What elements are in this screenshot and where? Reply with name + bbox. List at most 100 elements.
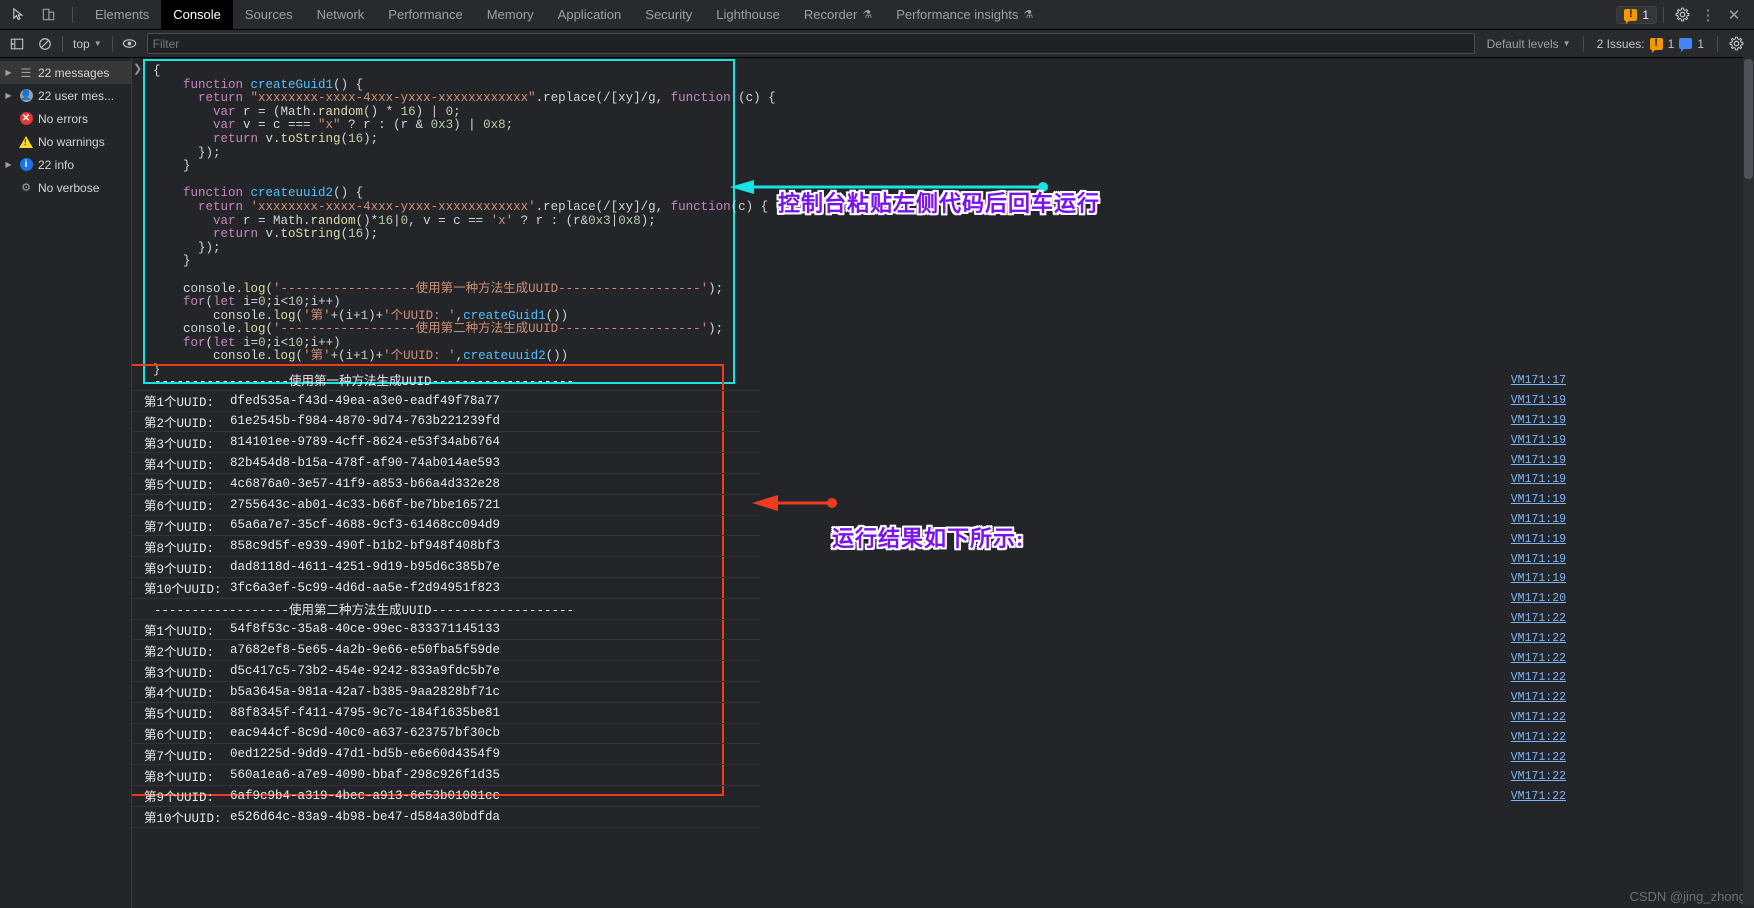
source-link[interactable]: VM171:19 bbox=[1486, 411, 1566, 431]
tab-performance[interactable]: Performance bbox=[376, 0, 474, 29]
sidebar-item-info[interactable]: ▶ i 22 info bbox=[0, 153, 131, 176]
expand-arrow-icon[interactable]: ▶ bbox=[3, 160, 14, 169]
output-row-value: dfed535a-f43d-49ea-a3e0-eadf49f78a77 bbox=[230, 393, 501, 408]
clear-console-icon[interactable] bbox=[34, 34, 56, 54]
output-row-value: 0ed1225d-9dd9-47d1-bd5b-e6e60d4354f9 bbox=[230, 747, 501, 762]
output-row-value: 6af9c9b4-a319-4bec-a913-6e53b01081cc bbox=[230, 788, 501, 803]
expand-arrow-icon[interactable]: ▶ bbox=[3, 68, 14, 77]
tab-application[interactable]: Application bbox=[546, 0, 634, 29]
sidebar-item-user-messages[interactable]: ▶ 👤 22 user mes... bbox=[0, 84, 131, 107]
execution-context-selector[interactable]: top ▼ bbox=[69, 37, 106, 51]
experiment-flask-icon: ⚗ bbox=[862, 9, 873, 21]
source-link[interactable]: VM171:19 bbox=[1486, 569, 1566, 589]
source-link[interactable]: VM171:22 bbox=[1486, 688, 1566, 708]
source-link[interactable]: VM171:22 bbox=[1486, 609, 1566, 629]
sidebar-item-messages[interactable]: ▶ ☰ 22 messages bbox=[0, 61, 131, 84]
tab-sources[interactable]: Sources bbox=[233, 0, 305, 29]
expand-arrow-icon[interactable]: ▶ bbox=[3, 91, 14, 100]
issues-summary[interactable]: 2 Issues: 1 1 bbox=[1590, 35, 1711, 53]
tab-label: Recorder bbox=[803, 7, 858, 22]
close-icon[interactable]: ✕ bbox=[1722, 3, 1746, 27]
source-link[interactable]: VM171:20 bbox=[1486, 589, 1566, 609]
source-link[interactable]: VM171:19 bbox=[1486, 510, 1566, 530]
tab-elements[interactable]: Elements bbox=[83, 0, 161, 29]
source-link[interactable]: VM171:22 bbox=[1486, 668, 1566, 688]
source-link[interactable]: VM171:19 bbox=[1486, 549, 1566, 569]
console-messages-pane[interactable]: ❯ { function createGuid1() { return "xxx… bbox=[132, 58, 1754, 908]
source-link[interactable]: VM171:22 bbox=[1486, 628, 1566, 648]
output-row-value: 814101ee-9789-4cff-8624-e53f34ab6764 bbox=[230, 435, 501, 450]
console-output-row: 第4个UUID: 82b454d8-b15a-478f-af90-74ab014… bbox=[132, 453, 760, 474]
chevron-down-icon: ▼ bbox=[93, 39, 102, 48]
output-row-label: 第5个UUID: bbox=[144, 708, 222, 723]
output-row-value: 82b454d8-b15a-478f-af90-74ab014ae593 bbox=[230, 456, 501, 471]
source-link[interactable]: VM171:22 bbox=[1486, 708, 1566, 728]
tab-label: Application bbox=[557, 7, 622, 22]
source-link[interactable]: VM171:22 bbox=[1486, 787, 1566, 807]
source-link[interactable]: VM171:19 bbox=[1486, 490, 1566, 510]
source-link[interactable]: VM171:22 bbox=[1486, 727, 1566, 747]
console-settings-gear-icon[interactable] bbox=[1724, 32, 1748, 56]
output-row-value: a7682ef8-5e65-4a2b-9e66-e50fba5f59de bbox=[230, 643, 501, 658]
output-row-label: 第6个UUID: bbox=[144, 728, 222, 743]
show-console-sidebar-icon[interactable] bbox=[6, 34, 28, 54]
filterbar-divider bbox=[1717, 35, 1718, 52]
more-options-icon[interactable]: ⋮ bbox=[1696, 3, 1720, 27]
tab-lighthouse[interactable]: Lighthouse bbox=[704, 0, 792, 29]
code-line: return v.toString(16); bbox=[213, 131, 379, 146]
console-output-row: 第8个UUID: 560a1ea6-a7e9-4090-bbaf-298c926… bbox=[132, 765, 760, 786]
tab-recorder[interactable]: Recorder ⚗ bbox=[792, 0, 884, 29]
pasted-code-block[interactable]: { function createGuid1() { return "xxxxx… bbox=[143, 59, 776, 384]
vertical-scrollbar-track[interactable] bbox=[1743, 57, 1754, 906]
source-link[interactable]: VM171:17 bbox=[1486, 371, 1566, 391]
panel-tabs: Elements Console Sources Network Perform… bbox=[83, 0, 1045, 29]
log-level-selector[interactable]: Default levels ▼ bbox=[1481, 37, 1577, 51]
inspect-element-icon[interactable] bbox=[8, 5, 28, 25]
verbose-icon: ⚙ bbox=[21, 182, 31, 194]
sidebar-item-verbose[interactable]: ⚙ No verbose bbox=[0, 176, 131, 199]
output-row-label: 第7个UUID: bbox=[144, 520, 222, 535]
console-output-row: 第1个UUID: dfed535a-f43d-49ea-a3e0-eadf49f… bbox=[132, 391, 760, 412]
output-row-value: d5c417c5-73b2-454e-9242-833a9fdc5b7e bbox=[230, 664, 501, 679]
tab-console[interactable]: Console bbox=[161, 0, 233, 29]
live-expression-icon[interactable] bbox=[119, 34, 141, 54]
output-row-value: 54f8f53c-35a8-40ce-99ec-833371145133 bbox=[230, 622, 501, 637]
source-link[interactable]: VM171:22 bbox=[1486, 747, 1566, 767]
vertical-scrollbar-thumb[interactable] bbox=[1744, 59, 1753, 179]
issues-warning-count: 1 bbox=[1667, 36, 1675, 51]
console-output-row: 第9个UUID: dad8118d-4611-4251-9d19-b95d6c3… bbox=[132, 557, 760, 578]
source-link[interactable]: VM171:22 bbox=[1486, 648, 1566, 668]
code-line: return v.toString(16); bbox=[213, 227, 379, 242]
tab-memory[interactable]: Memory bbox=[475, 0, 546, 29]
source-link[interactable]: VM171:22 bbox=[1486, 767, 1566, 787]
sidebar-item-errors[interactable]: ✕ No errors bbox=[0, 107, 131, 130]
filterbar-divider bbox=[1582, 35, 1584, 52]
output-row-label: 第4个UUID: bbox=[144, 458, 222, 473]
code-line: console.log('第'+(i+1)+'个UUID: ',createuu… bbox=[153, 349, 569, 364]
warning-count-chip[interactable]: 1 bbox=[1616, 5, 1657, 24]
console-output-row: 第4个UUID: b5a3645a-981a-42a7-b385-9aa2828… bbox=[132, 682, 760, 703]
console-output-row: 第8个UUID: 858c9d5f-e939-490f-b1b2-bf948f4… bbox=[132, 536, 760, 558]
code-line: return "xxxxxxxx-xxxx-4xxx-yxxx-xxxxxxxx… bbox=[198, 91, 776, 106]
tab-network[interactable]: Network bbox=[305, 0, 377, 29]
output-row-label: 第9个UUID: bbox=[144, 791, 222, 806]
tab-label: Lighthouse bbox=[716, 7, 780, 22]
tab-security[interactable]: Security bbox=[633, 0, 704, 29]
device-toolbar-icon[interactable] bbox=[38, 5, 58, 25]
sidebar-item-warnings[interactable]: No warnings bbox=[0, 130, 131, 153]
sidebar-item-label: 22 messages bbox=[38, 65, 110, 80]
console-output-row: 第6个UUID: 2755643c-ab01-4c33-b66f-be7bbe1… bbox=[132, 495, 760, 516]
output-row-value: eac944cf-8c9d-40c0-a637-623757bf30cb bbox=[230, 726, 501, 741]
source-link[interactable]: VM171:19 bbox=[1486, 529, 1566, 549]
code-line: console.log('------------------使用第一种方法生成… bbox=[153, 281, 724, 296]
source-link[interactable]: VM171:19 bbox=[1486, 450, 1566, 470]
filter-input[interactable] bbox=[146, 33, 1475, 54]
gear-icon[interactable] bbox=[1670, 3, 1694, 27]
console-output-row: 第10个UUID: e526d64c-83a9-4b98-be47-d584a3… bbox=[132, 807, 760, 828]
source-link[interactable]: VM171:19 bbox=[1486, 470, 1566, 490]
console-output-row: 第9个UUID: 6af9c9b4-a319-4bec-a913-6e53b01… bbox=[132, 786, 760, 807]
tab-performance-insights[interactable]: Performance insights ⚗ bbox=[884, 0, 1045, 29]
source-link[interactable]: VM171:19 bbox=[1486, 391, 1566, 411]
source-link[interactable]: VM171:19 bbox=[1486, 430, 1566, 450]
console-main: ▶ ☰ 22 messages ▶ 👤 22 user mes... ✕ No … bbox=[0, 58, 1754, 908]
